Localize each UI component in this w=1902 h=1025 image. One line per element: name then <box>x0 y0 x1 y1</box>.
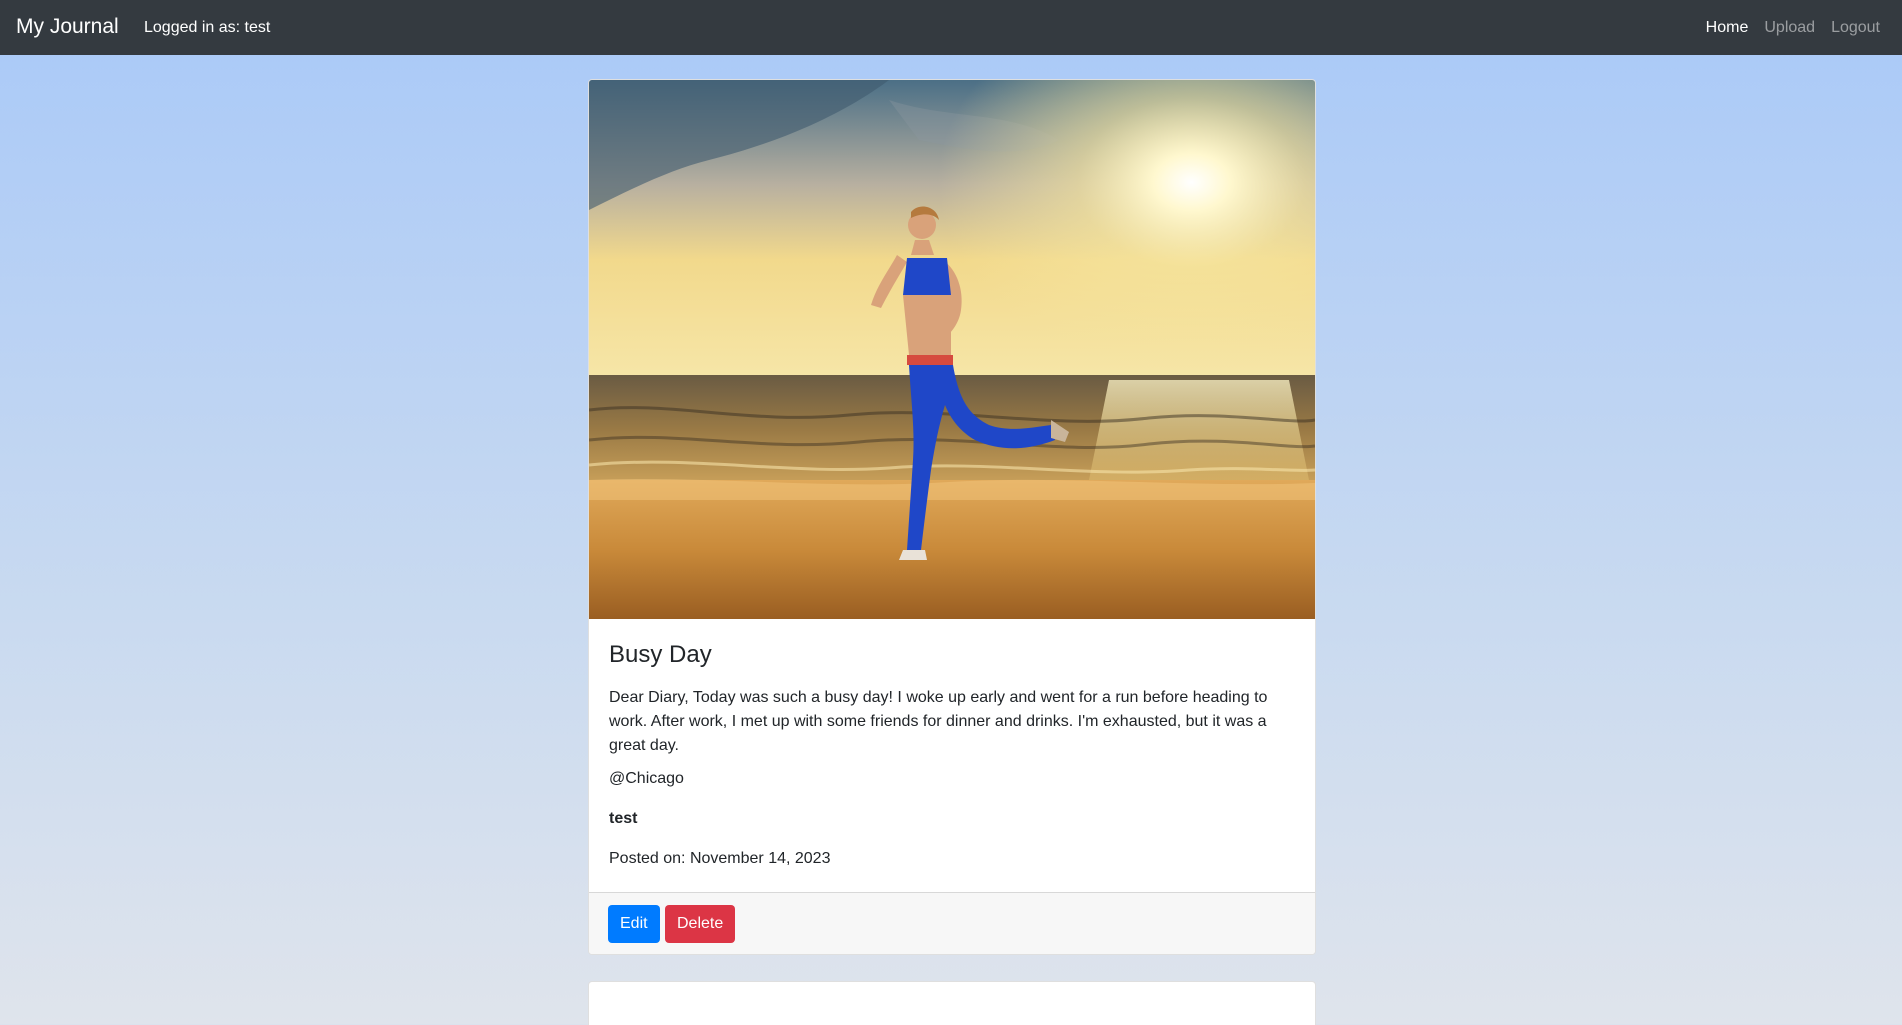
entry-body: Busy Day Dear Diary, Today was such a bu… <box>609 640 1295 867</box>
logged-in-status: Logged in as: test <box>144 19 271 36</box>
delete-button[interactable]: Delete <box>665 905 736 943</box>
journal-entry-card-next <box>588 981 1316 1025</box>
entry-actions: Edit Delete <box>589 892 1315 954</box>
entry-image <box>589 80 1315 619</box>
brand-link[interactable]: My Journal <box>16 14 119 40</box>
entry-location: @Chicago <box>609 770 684 787</box>
nav-links: Home Upload Logout <box>1706 18 1880 38</box>
edit-button[interactable]: Edit <box>608 905 660 943</box>
entry-posted-date: Posted on: November 14, 2023 <box>609 850 831 867</box>
nav-link-logout[interactable]: Logout <box>1831 18 1880 38</box>
top-navbar: My Journal Logged in as: test Home Uploa… <box>0 0 1902 55</box>
journal-entry-card: Busy Day Dear Diary, Today was such a bu… <box>588 79 1316 955</box>
entry-content: Dear Diary, Today was such a busy day! I… <box>609 689 1268 754</box>
entry-author: test <box>609 810 638 827</box>
entry-title: Busy Day <box>609 641 712 668</box>
nav-link-upload[interactable]: Upload <box>1764 18 1815 38</box>
nav-link-home[interactable]: Home <box>1706 18 1749 38</box>
